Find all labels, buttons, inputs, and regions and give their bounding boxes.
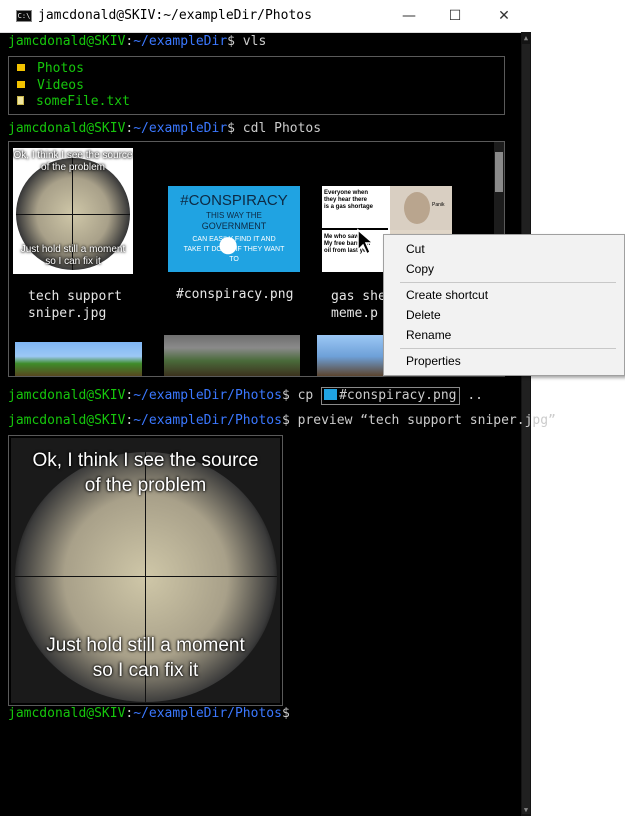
prompt-path: ~/exampleDir bbox=[133, 34, 228, 49]
preview-tech-support-sniper[interactable]: Ok, I think I see the source of the prob… bbox=[11, 438, 280, 703]
conspiracy-line: TAKE IT DOWN IF THEY WANT bbox=[183, 246, 285, 253]
thumbnail-caption: tech support sniper.jpg bbox=[28, 289, 122, 321]
preview-top-text: Ok, I think I see the source bbox=[32, 450, 259, 471]
conspiracy-line: CAN EASILY FIND IT AND bbox=[192, 236, 276, 243]
command-text: cp bbox=[289, 388, 322, 403]
prompt-dollar: $ bbox=[227, 34, 235, 49]
close-button[interactable]: ✕ bbox=[481, 0, 527, 32]
menu-item-rename[interactable]: Rename bbox=[406, 325, 451, 345]
scroll-down-icon[interactable]: ▼ bbox=[521, 806, 531, 814]
menu-separator bbox=[400, 282, 616, 283]
panik-label: Panik bbox=[432, 202, 445, 208]
prompt-line: jamcdonald@SKIV:~/exampleDir$ vls bbox=[8, 34, 266, 50]
thumbnail-scrollbar-thumb[interactable] bbox=[495, 152, 503, 192]
menu-item-cut[interactable]: Cut bbox=[406, 239, 425, 259]
vls-output-box: Photos Videos someFile.txt bbox=[8, 56, 505, 115]
prompt-path: ~/exampleDir/Photos bbox=[133, 388, 282, 403]
meme-top-text-2: of the problem bbox=[41, 162, 105, 173]
prompt-user: jamcdonald@SKIV bbox=[8, 706, 126, 721]
prompt-dollar: $ bbox=[281, 388, 290, 403]
prompt-user: jamcdonald@SKIV bbox=[8, 388, 126, 403]
conspiracy-thumbnail-icon bbox=[324, 389, 338, 400]
prompt-path: ~/exampleDir/Photos bbox=[133, 413, 282, 428]
file-chip[interactable]: #conspiracy.png bbox=[321, 387, 460, 405]
context-menu: Cut Copy Create shortcut Delete Rename P… bbox=[383, 234, 625, 376]
prompt-path: ~/exampleDir/Photos bbox=[133, 706, 282, 721]
list-item[interactable]: Videos bbox=[17, 78, 84, 94]
prompt-dollar: $ bbox=[281, 413, 290, 428]
scroll-up-icon[interactable]: ▲ bbox=[521, 34, 531, 42]
gas-top-text: Everyone when they hear there is a gas sho… bbox=[324, 190, 374, 210]
file-icon bbox=[17, 96, 24, 105]
meme-face-image: Panik bbox=[390, 186, 452, 230]
meme-top-text: Ok, I think I see the source bbox=[13, 150, 133, 161]
mouse-cursor-icon bbox=[357, 228, 376, 256]
minimize-button[interactable]: — bbox=[386, 0, 432, 32]
menu-separator bbox=[400, 348, 616, 349]
item-name: someFile.txt bbox=[36, 94, 130, 109]
preview-top-text-2: of the problem bbox=[84, 475, 207, 496]
preview-frame: Ok, I think I see the source of the prob… bbox=[8, 435, 283, 706]
thumbnail-minecraft-2[interactable] bbox=[164, 335, 300, 376]
terminal-app-icon: C:\ bbox=[16, 10, 32, 22]
conspiracy-line: TO bbox=[229, 256, 239, 263]
preview-bottom-text: Just hold still a moment bbox=[46, 635, 245, 656]
prompt-path: ~/exampleDir bbox=[133, 121, 228, 136]
prompt-line: jamcdonald@SKIV:~/exampleDir$ cdl Photos bbox=[8, 121, 321, 137]
meme-bottom-text-2: so I can fix it bbox=[45, 256, 101, 267]
command-text: cdl Photos bbox=[234, 121, 322, 136]
folder-icon bbox=[17, 81, 25, 88]
prompt-user: jamcdonald@SKIV bbox=[8, 121, 126, 136]
menu-item-create-shortcut[interactable]: Create shortcut bbox=[406, 285, 488, 305]
item-name: Videos bbox=[37, 78, 84, 93]
folder-icon bbox=[17, 64, 25, 71]
command-text: .. bbox=[459, 388, 483, 403]
meme-bottom-text: Just hold still a moment bbox=[20, 244, 126, 255]
command-text: vls bbox=[234, 34, 267, 49]
thumbnail-caption: gas she meme.p bbox=[331, 289, 386, 321]
conspiracy-title: #CONSPIRACY bbox=[180, 192, 288, 209]
thumbnail-tech-support-sniper[interactable]: Ok, I think I see the source of the prob… bbox=[13, 148, 133, 274]
conspiracy-line: GOVERNMENT bbox=[201, 221, 267, 231]
thumbnail-conspiracy[interactable]: ● #CONSPIRACY THIS WAY THE GOVERNMENT CA… bbox=[168, 186, 300, 272]
prompt-line[interactable]: jamcdonald@SKIV:~/exampleDir/Photos$ bbox=[8, 706, 290, 722]
list-item[interactable]: Photos bbox=[17, 61, 84, 77]
scrollbar-thumb[interactable] bbox=[522, 44, 530, 814]
prompt-line: jamcdonald@SKIV:~/exampleDir/Photos$ cp … bbox=[8, 387, 483, 405]
command-text: preview “tech support sniper.jpg” bbox=[289, 413, 556, 428]
prompt-dollar: $ bbox=[227, 121, 235, 136]
chip-label: #conspiracy.png bbox=[339, 388, 457, 403]
menu-item-copy[interactable]: Copy bbox=[406, 259, 434, 279]
prompt-user: jamcdonald@SKIV bbox=[8, 34, 126, 49]
thumbnail-caption: #conspiracy.png bbox=[176, 287, 294, 302]
prompt-dollar: $ bbox=[281, 706, 290, 721]
terminal-window: C:\ jamcdonald@SKIV:~/exampleDir/Photos … bbox=[0, 0, 556, 816]
window-title: jamcdonald@SKIV:~/exampleDir/Photos bbox=[38, 8, 312, 23]
menu-item-properties[interactable]: Properties bbox=[406, 351, 461, 371]
preview-bottom-text-2: so I can fix it bbox=[92, 660, 199, 681]
thumbnail-minecraft-1[interactable] bbox=[15, 342, 142, 376]
conspiracy-line: THIS WAY THE bbox=[206, 211, 262, 220]
list-item[interactable]: someFile.txt bbox=[17, 94, 130, 110]
prompt-line: jamcdonald@SKIV:~/exampleDir/Photos$ pre… bbox=[8, 413, 556, 429]
item-name: Photos bbox=[37, 61, 84, 76]
menu-item-delete[interactable]: Delete bbox=[406, 305, 441, 325]
maximize-button[interactable]: ☐ bbox=[432, 0, 478, 32]
title-bar[interactable]: C:\ jamcdonald@SKIV:~/exampleDir/Photos … bbox=[0, 0, 531, 33]
prompt-user: jamcdonald@SKIV bbox=[8, 413, 126, 428]
